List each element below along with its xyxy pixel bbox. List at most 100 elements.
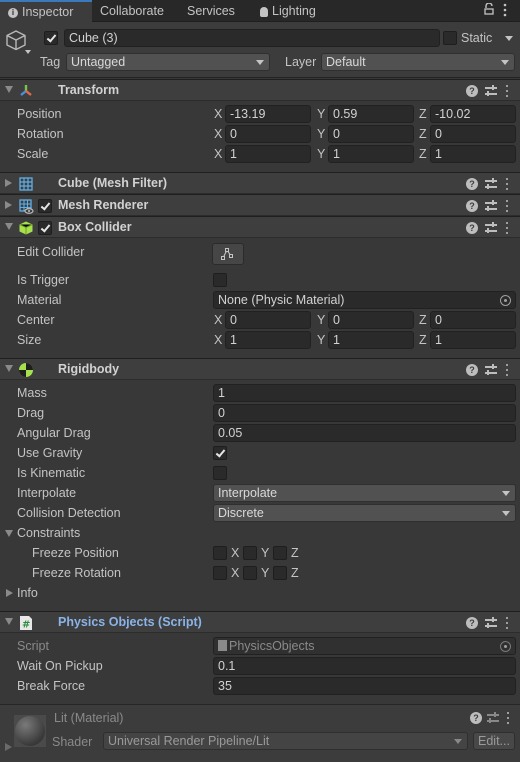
rotation-x-field[interactable]: 0 — [225, 125, 311, 143]
z-axis-label: Z — [419, 127, 427, 141]
y-axis-label: Y — [317, 333, 326, 347]
scale-y-field[interactable]: 1 — [328, 145, 414, 163]
tab-lighting[interactable]: Lighting — [252, 0, 324, 22]
break-force-field[interactable]: 35 — [213, 677, 516, 695]
mesh-filter-header[interactable]: Cube (Mesh Filter) ? — [0, 172, 520, 194]
center-x-field[interactable]: 0 — [225, 311, 311, 329]
position-y-field[interactable]: 0.59 — [328, 105, 414, 123]
more-options-icon[interactable] — [503, 3, 507, 20]
x-axis-label: X — [214, 333, 223, 347]
presets-icon[interactable] — [484, 83, 498, 99]
help-icon[interactable]: ? — [466, 85, 478, 97]
presets-icon[interactable] — [484, 176, 498, 192]
tab-inspector[interactable]: i Inspector — [0, 0, 92, 22]
physics-objects-script-header[interactable]: # Physics Objects (Script) ? — [0, 611, 520, 633]
freeze-rotation-y-checkbox[interactable] — [243, 566, 257, 580]
cube-icon[interactable] — [5, 29, 27, 54]
mass-field[interactable]: 1 — [213, 384, 516, 402]
tab-services[interactable]: Services — [179, 0, 243, 22]
more-options-icon[interactable] — [500, 176, 514, 192]
rotation-z-field[interactable]: 0 — [430, 125, 516, 143]
icon-dropdown-arrow[interactable] — [25, 50, 31, 54]
more-options-icon[interactable] — [500, 362, 514, 378]
foldout-closed-icon[interactable] — [5, 201, 12, 209]
lock-icon[interactable] — [484, 2, 494, 18]
help-icon[interactable]: ? — [466, 617, 478, 629]
foldout-open-icon[interactable] — [5, 86, 13, 93]
rigidbody-header[interactable]: Rigidbody ? — [0, 358, 520, 380]
position-x-field[interactable]: -13.19 — [225, 105, 311, 123]
freeze-rotation-x-checkbox[interactable] — [213, 566, 227, 580]
z-axis-label: Z — [419, 333, 427, 347]
gameobject-active-checkbox[interactable] — [44, 31, 58, 45]
presets-icon[interactable] — [486, 710, 500, 726]
freeze-rotation-label: Freeze Rotation — [32, 566, 121, 580]
foldout-open-icon[interactable] — [5, 223, 13, 230]
scale-label: Scale — [17, 147, 49, 161]
tag-dropdown[interactable]: Untagged — [66, 53, 270, 71]
tab-collaborate[interactable]: Collaborate — [92, 0, 172, 22]
size-z-field[interactable]: 1 — [430, 331, 516, 349]
static-dropdown-arrow[interactable] — [505, 36, 513, 41]
freeze-position-y-checkbox[interactable] — [243, 546, 257, 560]
chevron-down-icon — [502, 491, 510, 496]
foldout-closed-icon[interactable] — [5, 743, 12, 751]
help-icon[interactable]: ? — [470, 712, 482, 724]
physic-material-field[interactable]: None (Physic Material) — [213, 291, 516, 309]
more-options-icon[interactable] — [500, 220, 514, 236]
box-collider-enabled-checkbox[interactable] — [38, 221, 52, 235]
collision-detection-dropdown[interactable]: Discrete — [213, 504, 516, 522]
help-icon[interactable]: ? — [466, 364, 478, 376]
tag-label: Tag — [40, 55, 61, 69]
scale-x-field[interactable]: 1 — [225, 145, 311, 163]
rotation-y-field[interactable]: 0 — [328, 125, 414, 143]
mesh-renderer-header[interactable]: Mesh Renderer ? — [0, 194, 520, 216]
more-options-icon[interactable] — [500, 198, 514, 214]
layer-label: Layer — [285, 55, 317, 69]
interpolate-dropdown[interactable]: Interpolate — [213, 484, 516, 502]
mesh-renderer-enabled-checkbox[interactable] — [38, 199, 52, 213]
size-y-field[interactable]: 1 — [328, 331, 414, 349]
drag-field[interactable]: 0 — [213, 404, 516, 422]
help-icon[interactable]: ? — [466, 200, 478, 212]
edit-collider-button[interactable] — [212, 243, 244, 265]
edit-shader-button[interactable]: Edit... — [473, 732, 515, 750]
help-icon[interactable]: ? — [466, 178, 478, 190]
presets-icon[interactable] — [484, 362, 498, 378]
size-x-field[interactable]: 1 — [225, 331, 311, 349]
more-options-icon[interactable] — [500, 83, 514, 99]
wait-on-pickup-field[interactable]: 0.1 — [213, 657, 516, 675]
presets-icon[interactable] — [484, 615, 498, 631]
is-kinematic-checkbox[interactable] — [213, 466, 227, 480]
static-label: Static — [461, 31, 493, 45]
foldout-open-icon[interactable] — [5, 618, 13, 625]
transform-header[interactable]: Transform ? — [0, 79, 520, 101]
foldout-closed-icon[interactable] — [5, 179, 12, 187]
freeze-rotation-z-checkbox[interactable] — [273, 566, 287, 580]
presets-icon[interactable] — [484, 198, 498, 214]
scale-z-field[interactable]: 1 — [430, 145, 516, 163]
static-checkbox[interactable] — [443, 31, 457, 45]
use-gravity-checkbox[interactable] — [213, 446, 227, 460]
freeze-position-x-checkbox[interactable] — [213, 546, 227, 560]
csharp-script-icon: # — [18, 615, 34, 631]
presets-icon[interactable] — [484, 220, 498, 236]
gameobject-name-field[interactable]: Cube (3) — [64, 29, 440, 47]
position-z-field[interactable]: -10.02 — [430, 105, 516, 123]
object-picker-icon — [500, 641, 511, 652]
center-z-field[interactable]: 0 — [430, 311, 516, 329]
foldout-open-icon[interactable] — [5, 530, 13, 537]
layer-dropdown[interactable]: Default — [321, 53, 515, 71]
freeze-position-z-checkbox[interactable] — [273, 546, 287, 560]
more-options-icon[interactable] — [500, 615, 514, 631]
angular-drag-field[interactable]: 0.05 — [213, 424, 516, 442]
center-y-field[interactable]: 0 — [328, 311, 414, 329]
help-icon[interactable]: ? — [466, 222, 478, 234]
shader-dropdown[interactable]: Universal Render Pipeline/Lit — [103, 732, 468, 750]
foldout-open-icon[interactable] — [5, 365, 13, 372]
object-picker-icon[interactable] — [500, 295, 511, 306]
more-options-icon[interactable] — [501, 710, 515, 726]
is-trigger-checkbox[interactable] — [213, 273, 227, 287]
foldout-closed-icon[interactable] — [6, 589, 13, 597]
box-collider-header[interactable]: Box Collider ? — [0, 216, 520, 238]
